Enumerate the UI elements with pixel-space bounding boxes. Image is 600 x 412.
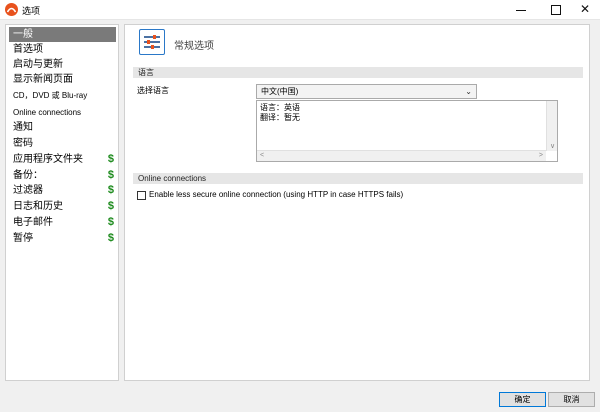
sidebar-item-notifications[interactable]: 通知 (9, 120, 116, 135)
section-online-header: Online connections (133, 173, 583, 184)
sidebar-item-online-connections[interactable]: Online connections (9, 105, 116, 120)
sidebar: 一般 首选项 启动与更新 显示新闻页面 CD，DVD 或 Blu-ray Onl… (5, 24, 119, 381)
language-select[interactable]: 中文(中国) ⌄ (256, 84, 477, 99)
scroll-down-icon[interactable]: ∨ (550, 142, 555, 150)
insecure-connection-label[interactable]: Enable less secure online connection (us… (149, 190, 403, 199)
premium-dollar-icon: $ (107, 232, 114, 244)
options-panel: 常规选项 语言 选择语言 中文(中国) ⌄ 语言：英语 翻译：暂无 ∨ < > … (124, 24, 590, 381)
premium-dollar-icon: $ (107, 216, 114, 228)
language-label: 选择语言 (137, 86, 169, 95)
sidebar-item-preferences[interactable]: 首选项 (9, 42, 116, 57)
vertical-scrollbar[interactable]: ∨ (546, 101, 557, 151)
sidebar-item-filters[interactable]: 过滤器 $ (9, 183, 116, 198)
sidebar-item-backup[interactable]: 备份： $ (9, 168, 116, 183)
language-select-value: 中文(中国) (261, 87, 299, 96)
ok-button[interactable]: 确定 (499, 392, 546, 407)
minimize-button[interactable] (505, 0, 537, 20)
premium-dollar-icon: $ (107, 184, 114, 196)
scroll-left-icon[interactable]: < (260, 152, 264, 159)
premium-dollar-icon: $ (107, 153, 114, 165)
sidebar-item-news-page[interactable]: 显示新闻页面 (9, 72, 116, 87)
horizontal-scrollbar[interactable]: < > (257, 150, 546, 161)
translation-info-line: 翻译：暂无 (260, 113, 300, 122)
language-info-line: 语言：英语 (260, 103, 300, 112)
app-logo-icon (5, 3, 18, 16)
title-bar: 选项 ✕ (0, 0, 600, 20)
scroll-right-icon[interactable]: > (539, 152, 543, 159)
insecure-connection-checkbox[interactable] (137, 191, 146, 200)
sidebar-item-email[interactable]: 电子邮件 $ (9, 215, 116, 230)
sidebar-item-cd-dvd-bluray[interactable]: CD，DVD 或 Blu-ray (9, 88, 116, 103)
premium-dollar-icon: $ (107, 200, 114, 212)
sidebar-item-app-folders[interactable]: 应用程序文件夹 $ (9, 152, 116, 167)
sidebar-item-general[interactable]: 一般 (9, 27, 116, 42)
sidebar-item-pause[interactable]: 暂停 $ (9, 231, 116, 246)
window-title: 选项 (22, 6, 41, 16)
cancel-button[interactable]: 取消 (548, 392, 595, 407)
sidebar-item-password[interactable]: 密码 (9, 136, 116, 151)
close-button[interactable]: ✕ (569, 0, 600, 20)
chevron-down-icon: ⌄ (465, 87, 472, 96)
sidebar-item-startup-update[interactable]: 启动与更新 (9, 57, 116, 72)
page-title: 常规选项 (174, 41, 214, 52)
maximize-button[interactable] (540, 0, 572, 20)
sliders-icon (139, 29, 165, 55)
premium-dollar-icon: $ (107, 169, 114, 181)
language-info-box[interactable]: 语言：英语 翻译：暂无 ∨ < > (256, 100, 558, 162)
section-language-header: 语言 (133, 67, 583, 78)
sidebar-item-logs-history[interactable]: 日志和历史 $ (9, 199, 116, 214)
